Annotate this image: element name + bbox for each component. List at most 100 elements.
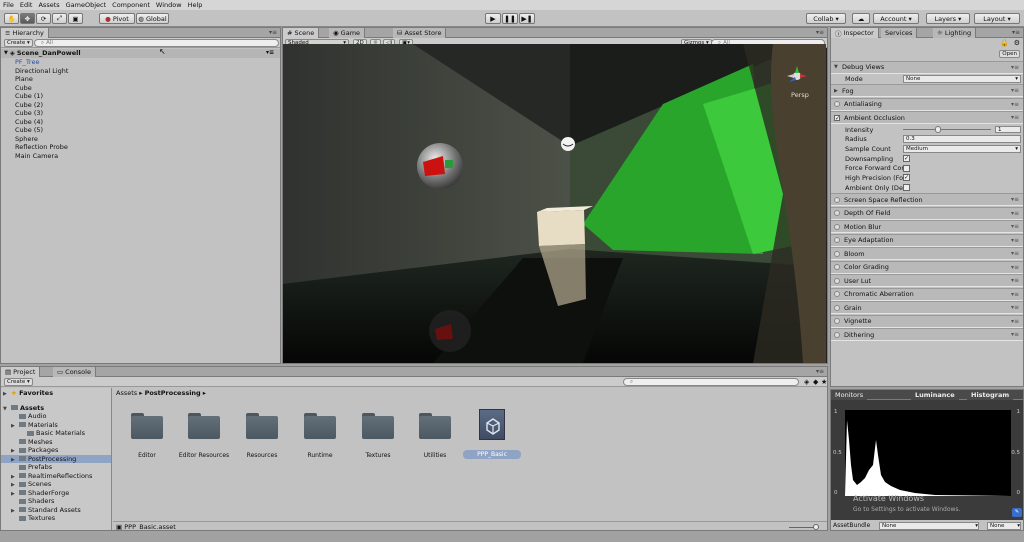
cloud-icon[interactable]: ☁ bbox=[852, 13, 870, 24]
force-forward-checkbox[interactable] bbox=[903, 164, 910, 172]
tree-item[interactable]: Meshes bbox=[1, 438, 111, 447]
section-menu-icon[interactable]: ▾≡ bbox=[1011, 318, 1019, 325]
menu-window[interactable]: Window bbox=[156, 1, 182, 9]
debug-views-header[interactable]: ▼ Debug Views ▾≡ bbox=[831, 60, 1023, 74]
pause-button[interactable]: ❚❚ bbox=[502, 13, 518, 24]
dithering-header[interactable]: Dithering ▾≡ bbox=[831, 328, 1023, 341]
tree-item[interactable]: ▶ RealtimeReflections bbox=[1, 472, 111, 481]
tree-item[interactable]: Shaders bbox=[1, 497, 111, 506]
section-menu-icon[interactable]: ▾≡ bbox=[1011, 196, 1019, 203]
eye-adaptation-header[interactable]: Eye Adaptation ▾≡ bbox=[831, 233, 1023, 247]
antialiasing-header[interactable]: Antialiasing ▾≡ bbox=[831, 97, 1023, 111]
color-grading-header[interactable]: Color Grading ▾≡ bbox=[831, 260, 1023, 274]
tree-item[interactable]: ▶ ShaderForge bbox=[1, 489, 111, 498]
toggle-circle-icon[interactable] bbox=[834, 277, 840, 284]
zoom-slider-thumb[interactable] bbox=[813, 524, 819, 530]
assetbundle-dropdown[interactable]: None ▾ bbox=[879, 522, 979, 530]
tree-item[interactable]: ▶ Packages bbox=[1, 446, 111, 455]
toggle-circle-icon[interactable] bbox=[834, 318, 840, 324]
ssr-header[interactable]: Screen Space Reflection ▾≡ bbox=[831, 193, 1023, 206]
tab-game[interactable]: ◉ Game bbox=[329, 28, 366, 38]
hierarchy-item[interactable]: Cube (2) bbox=[1, 101, 280, 110]
hierarchy-create-button[interactable]: Create ▾ bbox=[4, 39, 33, 47]
hierarchy-item[interactable]: Cube (4) bbox=[1, 118, 280, 127]
section-menu-icon[interactable]: ▾≡ bbox=[1011, 210, 1019, 217]
tree-item[interactable]: Basic Materials bbox=[1, 429, 111, 438]
scene-menu-icon[interactable]: ▾≡ bbox=[266, 49, 274, 58]
enabled-check-icon[interactable]: ✓ bbox=[834, 114, 840, 121]
assets-root-row[interactable]: ▼ Assets bbox=[1, 404, 111, 413]
rect-tool-icon[interactable]: ▣ bbox=[68, 13, 83, 24]
tab-scene[interactable]: # Scene bbox=[283, 28, 320, 38]
tab-asset-store[interactable]: ⛁ Asset Store bbox=[393, 28, 447, 38]
downsampling-checkbox[interactable]: ✓ bbox=[903, 155, 910, 163]
persp-label[interactable]: Persp bbox=[791, 91, 809, 99]
open-button[interactable]: Open bbox=[999, 50, 1020, 58]
toggle-circle-icon[interactable] bbox=[834, 196, 840, 203]
favorites-row[interactable]: ▶ ★ Favorites bbox=[1, 389, 111, 398]
filter-type-icon[interactable]: ◈ bbox=[804, 378, 809, 386]
folder-icon[interactable] bbox=[131, 413, 163, 439]
breadcrumb-assets[interactable]: Assets bbox=[116, 389, 137, 397]
hierarchy-item[interactable]: Cube bbox=[1, 84, 280, 93]
layers-dropdown[interactable]: Layers ▾ bbox=[926, 13, 970, 24]
section-menu-icon[interactable]: ▾≡ bbox=[1011, 114, 1019, 121]
histogram-dropdown[interactable]: Histogram bbox=[967, 390, 1014, 400]
scene-panel-menu-icon[interactable]: ▾≡ bbox=[816, 29, 824, 36]
section-menu-icon[interactable]: ▾≡ bbox=[1011, 277, 1019, 284]
section-menu-icon[interactable]: ▾≡ bbox=[1011, 87, 1019, 94]
folder-icon[interactable] bbox=[419, 413, 451, 439]
hierarchy-item[interactable]: Plane bbox=[1, 75, 280, 84]
hierarchy-item[interactable]: Main Camera bbox=[1, 152, 280, 161]
section-menu-icon[interactable]: ▾≡ bbox=[1011, 223, 1019, 230]
tab-project[interactable]: ▤ Project bbox=[1, 367, 41, 377]
hand-tool-icon[interactable]: ✋ bbox=[4, 13, 19, 24]
tree-item[interactable]: Audio bbox=[1, 412, 111, 421]
scene-gizmo-icon[interactable] bbox=[786, 65, 808, 87]
hierarchy-item[interactable]: Sphere bbox=[1, 135, 280, 144]
sample-count-dropdown[interactable]: Medium ▾ bbox=[903, 145, 1021, 153]
chromatic-aberration-header[interactable]: Chromatic Aberration ▾≡ bbox=[831, 287, 1023, 301]
menu-component[interactable]: Component bbox=[112, 1, 150, 9]
move-tool-icon[interactable]: ✥ bbox=[20, 13, 35, 24]
lock-icon[interactable]: 🔒 bbox=[1000, 39, 1009, 47]
account-dropdown[interactable]: Account ▾ bbox=[873, 13, 919, 24]
dof-header[interactable]: Depth Of Field ▾≡ bbox=[831, 206, 1023, 220]
layout-dropdown[interactable]: Layout ▾ bbox=[974, 13, 1020, 24]
panel-menu-icon[interactable]: ▾≡ bbox=[269, 29, 277, 36]
toggle-circle-icon[interactable] bbox=[834, 331, 840, 338]
filter-label-icon[interactable]: ◆ bbox=[813, 378, 818, 386]
toggle-circle-icon[interactable] bbox=[834, 304, 840, 311]
project-create-button[interactable]: Create ▾ bbox=[4, 378, 33, 386]
hierarchy-item[interactable]: PF_Tree bbox=[1, 58, 280, 67]
menu-help[interactable]: Help bbox=[188, 1, 203, 9]
tree-item[interactable]: Textures bbox=[1, 514, 111, 523]
global-toggle-button[interactable]: ◍ Global bbox=[136, 13, 169, 24]
settings-icon[interactable]: ⚙ bbox=[1014, 39, 1020, 47]
ambient-occlusion-header[interactable]: ✓ Ambient Occlusion ▾≡ bbox=[831, 111, 1023, 125]
vignette-header[interactable]: Vignette ▾≡ bbox=[831, 314, 1023, 328]
play-button[interactable]: ▶ bbox=[485, 13, 501, 24]
toggle-circle-icon[interactable] bbox=[834, 250, 840, 257]
unity-asset-icon[interactable] bbox=[479, 409, 505, 440]
inspector-menu-icon[interactable]: ▾≡ bbox=[1012, 29, 1020, 36]
rotate-tool-icon[interactable]: ⟳ bbox=[36, 13, 51, 24]
hierarchy-item[interactable]: Directional Light bbox=[1, 67, 280, 76]
collab-dropdown[interactable]: Collab ▾ bbox=[806, 13, 846, 24]
folder-icon[interactable] bbox=[246, 413, 278, 439]
tab-hierarchy[interactable]: ≡ Hierarchy bbox=[1, 28, 49, 38]
tree-item[interactable]: ▶ Scenes bbox=[1, 480, 111, 489]
tree-item[interactable]: ▶ Standard Assets bbox=[1, 506, 111, 515]
toggle-circle-icon[interactable] bbox=[834, 264, 840, 270]
project-menu-icon[interactable]: ▾≡ bbox=[816, 368, 824, 375]
hierarchy-item[interactable]: Cube (5) bbox=[1, 126, 280, 135]
menu-edit[interactable]: Edit bbox=[20, 1, 33, 9]
folder-icon[interactable] bbox=[188, 413, 220, 439]
section-menu-icon[interactable]: ▾≡ bbox=[1011, 331, 1019, 338]
mode-dropdown[interactable]: None ▾ bbox=[903, 75, 1021, 83]
menu-file[interactable]: File bbox=[3, 1, 14, 9]
expand-arrow-icon[interactable]: ▼ bbox=[4, 49, 8, 58]
menu-gameobject[interactable]: GameObject bbox=[66, 1, 107, 9]
hierarchy-item[interactable]: Cube (1) bbox=[1, 92, 280, 101]
motion-blur-header[interactable]: Motion Blur ▾≡ bbox=[831, 220, 1023, 233]
